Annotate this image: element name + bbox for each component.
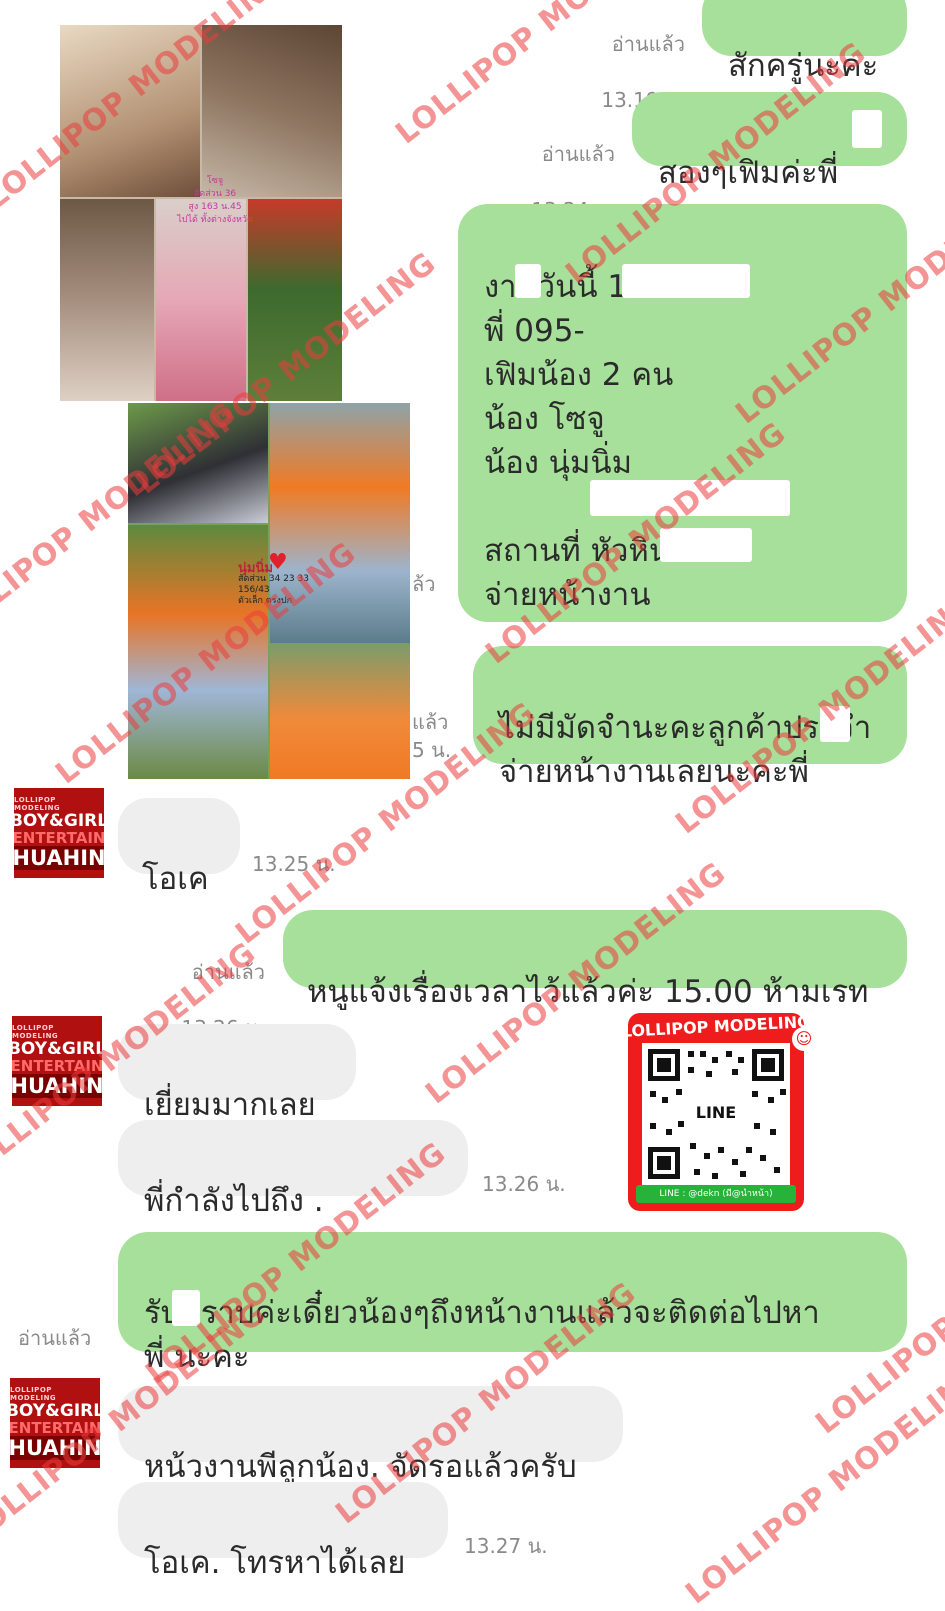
line-qr-card[interactable]: LOLLIPOP MODELING ☺ LINE LINE : @dekn (ม… xyxy=(621,1012,816,1211)
line-logo: LINE xyxy=(688,1101,744,1125)
read-label: อ่านแล้ว xyxy=(18,1326,92,1350)
contact-avatar[interactable]: LOLLIPOP MODELING BOY&GIRL ENTERTAIN HUA… xyxy=(14,788,104,878)
photo-tile xyxy=(270,645,410,779)
photo-caption: นุ่มนิ่ม สัดส่วน 34 23 33 156/43 ตัวเล็ก… xyxy=(238,561,309,606)
redaction-block xyxy=(820,706,850,742)
photo-tile xyxy=(202,25,342,197)
message-text: รับทราบค่ะเดี๋ยวน้องๆถึงหน้างานแล้วจะติด… xyxy=(144,1295,820,1375)
read-label: อ่านแล้ว xyxy=(611,32,685,56)
read-status-partial: แล้ว 5 น. xyxy=(412,710,452,762)
qr-code: LINE xyxy=(642,1043,790,1185)
redaction-block xyxy=(172,1290,200,1326)
timestamp: 13.25 น. xyxy=(252,852,336,876)
contact-avatar[interactable]: LOLLIPOP MODELING BOY&GIRL ENTERTAIN HUA… xyxy=(12,1016,102,1106)
read-label: อ่านแล้ว xyxy=(541,142,615,166)
qr-title: LOLLIPOP MODELING xyxy=(621,1012,811,1041)
timestamp: 13.27 น. xyxy=(464,1534,548,1558)
incoming-message[interactable]: โอเค. โทรหาได้เลย xyxy=(118,1482,448,1581)
photo-tile xyxy=(60,25,200,197)
outgoing-message[interactable]: รับทราบค่ะเดี๋ยวน้องๆถึงหน้างานแล้วจะติด… xyxy=(118,1232,907,1375)
redaction-block xyxy=(622,264,750,298)
message-text: หนูแจ้งเรื่องเวลาไว้แล้วค่ะ 15.00 ห้ามเร… xyxy=(307,974,869,1010)
smile-icon: ☺ xyxy=(792,1027,816,1051)
message-text: สักครู่นะคะ xyxy=(728,48,879,84)
incoming-message[interactable]: เยี่ยมมากเลย xyxy=(118,1024,356,1123)
photo-caption: โซจู สัดส่วน 36 สูง 163 น.45 ไปได้ ทั้งต… xyxy=(177,176,253,225)
message-text: ไม่มีมัดจำนะคะลูกค้าประจำ จ่ายหน้างานเลย… xyxy=(499,710,872,790)
contact-avatar[interactable]: LOLLIPOP MODELING BOY&GIRL ENTERTAIN HUA… xyxy=(10,1378,100,1468)
redaction-block xyxy=(335,1138,423,1174)
message-text: โอเค. โทรหาได้เลย xyxy=(144,1545,406,1581)
message-text: หน้วงานพีลูกน้อง. จัดรอแล้วครับ xyxy=(144,1449,577,1485)
photo-tile xyxy=(128,403,268,523)
incoming-message[interactable]: หน้วงานพีลูกน้อง. จัดรอแล้วครับ xyxy=(118,1386,623,1485)
outgoing-message[interactable]: สักครู่นะคะ xyxy=(702,0,907,84)
read-status-partial: ล้ว xyxy=(412,572,436,596)
qr-footer: LINE : @dekn (มี@นำหน้า) xyxy=(636,1185,796,1203)
message-text: เยี่ยมมากเลย xyxy=(144,1087,316,1123)
message-text: สองๆเฟิมค่ะพี่ xyxy=(658,155,839,191)
photo-tile xyxy=(156,199,246,401)
redaction-block xyxy=(590,480,790,516)
photo-tile xyxy=(60,199,154,401)
message-text: โอเค xyxy=(142,861,209,897)
photo-tile xyxy=(270,403,410,643)
incoming-message[interactable]: โอเค xyxy=(118,798,240,897)
outgoing-message[interactable]: หนูแจ้งเรื่องเวลาไว้แล้วค่ะ 15.00 ห้ามเร… xyxy=(283,910,907,1010)
photo-collage[interactable]: ♥ นุ่มนิ่ม สัดส่วน 34 23 33 156/43 ตัวเล… xyxy=(128,403,410,779)
read-label: อ่านแล้ว xyxy=(191,960,265,984)
photo-collage[interactable]: โซจู สัดส่วน 36 สูง 163 น.45 ไปได้ ทั้งต… xyxy=(60,25,342,401)
message-text: พี่กำลังไปถึง . xyxy=(144,1183,324,1219)
timestamp: 13.26 น. xyxy=(482,1172,566,1196)
outgoing-message[interactable]: ไม่มีมัดจำนะคะลูกค้าประจำ จ่ายหน้างานเลย… xyxy=(473,646,907,790)
redaction-block xyxy=(660,528,752,562)
redaction-block xyxy=(852,110,882,148)
redaction-block xyxy=(515,264,541,298)
photo-tile xyxy=(248,199,342,401)
watermark: LOLLIPOP MODELING xyxy=(679,1355,945,1611)
